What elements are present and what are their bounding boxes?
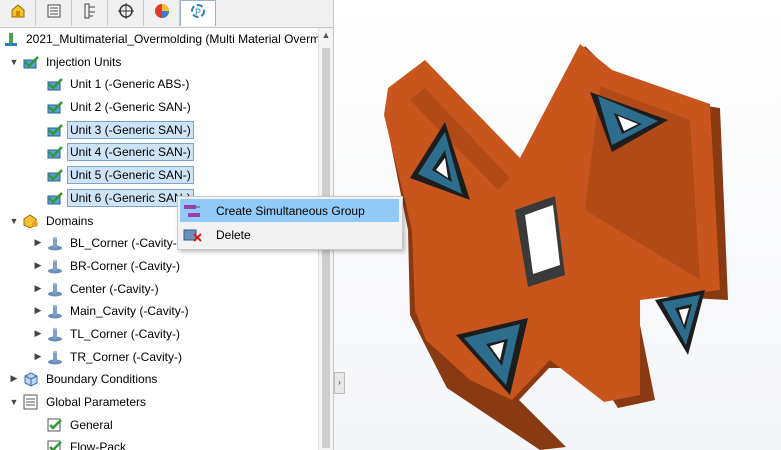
scroll-up-icon[interactable]: ▲ — [319, 30, 333, 40]
configuration-manager-tab[interactable] — [72, 0, 108, 26]
domain-icon — [46, 235, 64, 251]
svg-text:P: P — [195, 7, 201, 17]
boundary-conditions-label: Boundary Conditions — [46, 371, 158, 386]
context-menu: Create Simultaneous Group Delete — [177, 196, 403, 250]
expand-arrow-icon[interactable]: ▶ — [32, 260, 44, 271]
global-parameters-node[interactable]: ▼ Global Parameters — [8, 391, 148, 412]
domain-icon — [46, 349, 64, 365]
global-parameters-label: Global Parameters — [46, 394, 147, 409]
domains-label: Domains — [46, 213, 94, 228]
tree-unit-6[interactable]: Unit 6 (-Generic SAN-) — [46, 187, 194, 208]
manager-tabs: P — [0, 0, 333, 28]
property-manager-tab[interactable] — [36, 0, 72, 26]
delete-icon — [182, 226, 204, 244]
domain-icon — [46, 303, 64, 319]
dimxpert-icon — [117, 2, 135, 25]
domain-label: TR_Corner (-Cavity-) — [70, 349, 183, 364]
domain-label: Center (-Cavity-) — [70, 281, 159, 296]
dimxpert-tab[interactable] — [108, 0, 144, 26]
tree-item-flow-pack[interactable]: Flow-Pack — [46, 436, 128, 450]
feature-manager-tab[interactable] — [0, 0, 36, 26]
domain-item-main-cavity[interactable]: ▶ Main_Cavity (-Cavity-) — [32, 300, 191, 321]
unit-check-icon — [46, 122, 64, 138]
delete-label: Delete — [216, 227, 251, 242]
domain-label: TL_Corner (-Cavity-) — [70, 326, 181, 341]
general-settings-icon — [46, 417, 64, 433]
delete-item[interactable]: Delete — [180, 223, 399, 246]
domain-label: Main_Cavity (-Cavity-) — [70, 303, 189, 318]
property-manager-icon — [45, 2, 63, 25]
unit-label: Unit 1 (-Generic ABS-) — [70, 76, 190, 91]
expand-arrow-icon[interactable]: ▶ — [32, 237, 44, 248]
display-manager-icon — [153, 2, 171, 25]
domain-item-tl-corner[interactable]: ▶ TL_Corner (-Cavity-) — [32, 323, 182, 344]
boundary-conditions-icon — [22, 371, 40, 387]
domain-label: BL_Corner (-Cavity-) — [70, 235, 181, 250]
domain-item-bl-corner[interactable]: ▶ BL_Corner (-Cavity-) — [32, 232, 183, 253]
domain-icon — [46, 258, 64, 274]
domain-item-tr-corner[interactable]: ▶ TR_Corner (-Cavity-) — [32, 346, 184, 367]
unit-check-icon — [46, 76, 64, 92]
plastics-manager-icon: P — [189, 2, 207, 25]
domain-icon — [46, 326, 64, 342]
unit-label: Unit 6 (-Generic SAN-) — [67, 188, 194, 207]
study-icon — [2, 31, 20, 47]
tree-unit-2[interactable]: Unit 2 (-Generic SAN-) — [46, 96, 193, 117]
domain-label: BR-Corner (-Cavity-) — [70, 258, 181, 273]
unit-label: Unit 5 (-Generic SAN-) — [67, 165, 194, 184]
tree-unit-3[interactable]: Unit 3 (-Generic SAN-) — [46, 119, 194, 140]
expand-arrow-icon[interactable]: ▶ — [32, 328, 44, 339]
unit-check-icon — [46, 99, 64, 115]
unit-label: Unit 4 (-Generic SAN-) — [67, 142, 194, 161]
display-manager-tab[interactable] — [144, 0, 180, 26]
unit-check-icon — [46, 167, 64, 183]
simultaneous-group-icon — [182, 202, 204, 220]
expand-arrow-icon[interactable]: ▶ — [8, 373, 20, 384]
domains-node[interactable]: ▼ Domains — [8, 210, 95, 231]
domains-icon — [22, 213, 40, 229]
feature-manager-icon — [9, 2, 27, 25]
general-label: General — [70, 417, 113, 432]
unit-label: Unit 3 (-Generic SAN-) — [67, 120, 194, 139]
expand-arrow-icon[interactable]: ▶ — [32, 283, 44, 294]
injection-units-label: Injection Units — [46, 54, 122, 69]
injection-units-node[interactable]: ▼ Injection Units — [8, 51, 123, 72]
expand-arrow-icon[interactable]: ▶ — [32, 351, 44, 362]
tree-root[interactable]: 2021_Multimaterial_Overmolding (Multi Ma… — [2, 28, 334, 49]
domain-item-br-corner[interactable]: ▶ BR-Corner (-Cavity-) — [32, 255, 182, 276]
tree-unit-4[interactable]: Unit 4 (-Generic SAN-) — [46, 141, 194, 162]
panel-collapse-handle[interactable]: › — [334, 372, 345, 394]
tree-unit-1[interactable]: Unit 1 (-Generic ABS-) — [46, 73, 191, 94]
unit-check-icon — [46, 190, 64, 206]
tree-unit-5[interactable]: Unit 5 (-Generic SAN-) — [46, 164, 194, 185]
unit-check-icon — [46, 144, 64, 160]
boundary-conditions-node[interactable]: ▶ Boundary Conditions — [8, 368, 159, 389]
tree-item-general[interactable]: General — [46, 414, 115, 435]
create-group-label: Create Simultaneous Group — [216, 203, 365, 218]
expand-arrow-icon[interactable]: ▶ — [32, 305, 44, 316]
tree-root-label: 2021_Multimaterial_Overmolding (Multi Ma… — [26, 31, 334, 46]
domain-icon — [46, 281, 64, 297]
injection-units-icon — [22, 54, 40, 70]
plastics-manager-tab[interactable]: P — [180, 0, 216, 26]
create-simultaneous-group-item[interactable]: Create Simultaneous Group — [180, 199, 399, 222]
flow-pack-icon — [46, 439, 64, 450]
domain-item-center[interactable]: ▶ Center (-Cavity-) — [32, 278, 161, 299]
flow-pack-label: Flow-Pack — [70, 439, 127, 450]
collapse-arrow-icon[interactable]: ▼ — [8, 216, 20, 226]
config-manager-icon — [81, 2, 99, 25]
global-parameters-icon — [22, 394, 40, 410]
unit-label: Unit 2 (-Generic SAN-) — [70, 99, 191, 114]
collapse-arrow-icon[interactable]: ▼ — [8, 397, 20, 407]
collapse-arrow-icon[interactable]: ▼ — [8, 57, 20, 67]
cavity-br — [655, 290, 705, 355]
